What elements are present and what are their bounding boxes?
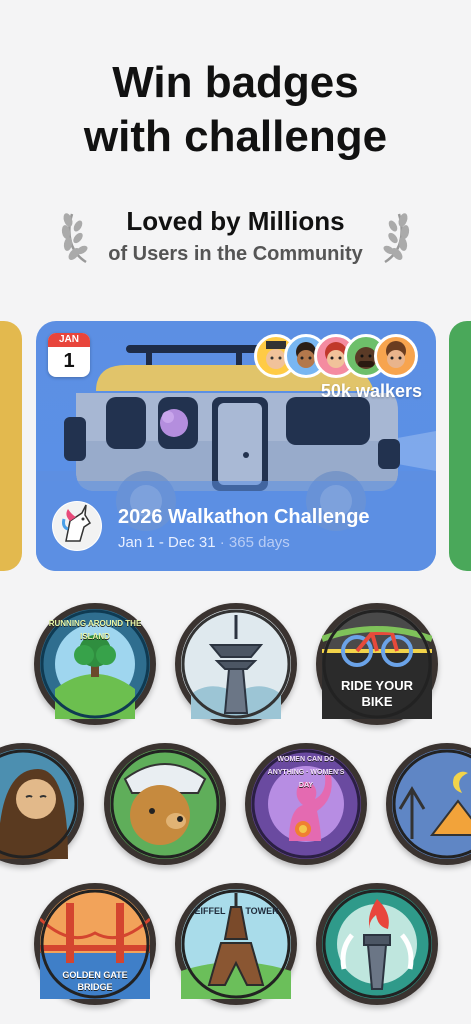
challenge-dates: Jan 1 - Dec 31 · 365 days: [118, 534, 290, 551]
date-separator: ·: [215, 534, 229, 551]
torch-badge-art: [322, 889, 432, 999]
badge-golden-gate-bridge[interactable]: GOLDEN GATE BRIDGE: [34, 883, 156, 1005]
calendar-day: 1: [63, 350, 75, 372]
next-challenge-card[interactable]: [449, 321, 471, 571]
tower-badge-art: [181, 609, 291, 719]
badge-womens-day[interactable]: WOMEN CAN DO ANYTHING · WOMEN'S DAY: [245, 743, 367, 865]
badge-label: RIDE YOUR: [341, 678, 413, 693]
previous-challenge-card[interactable]: [0, 321, 22, 571]
badge-label: WOMEN CAN DO ANYTHING · WOMEN'S DAY: [267, 756, 345, 789]
unicorn-badge-icon: [52, 501, 102, 551]
challenge-title: 2026 Walkathon Challenge: [118, 506, 370, 528]
badge-running-around-the-island[interactable]: RUNNING AROUND THE ISLAND: [34, 603, 156, 725]
headline: Win badges with challenge: [0, 56, 471, 164]
badge-space-needle[interactable]: [175, 603, 297, 725]
bear-badge-art: [110, 749, 220, 859]
headline-line-2: with challenge: [83, 112, 388, 161]
challenge-card[interactable]: JAN 1 50k walkers 2026 Walkathon Challen…: [36, 321, 436, 571]
calendar-icon: JAN 1: [48, 333, 90, 377]
calendar-month: JAN: [48, 333, 90, 347]
avatar: [374, 334, 418, 378]
headline-line-1: Win badges: [112, 58, 359, 107]
participant-avatars: [254, 334, 424, 378]
badge-label: BIKE: [361, 694, 393, 709]
badge-camping[interactable]: [386, 743, 471, 865]
badge-cycling-bear[interactable]: [104, 743, 226, 865]
badge-olympic-torch[interactable]: [316, 883, 438, 1005]
badge-eiffel-tower[interactable]: EIFFEL TOWER: [175, 883, 297, 1005]
badge-mona-lisa[interactable]: [0, 743, 84, 865]
badge-label: RUNNING AROUND THE ISLAND: [48, 619, 142, 641]
walkers-count: 50k walkers: [320, 381, 422, 401]
screen: Win badges with challenge Loved by Milli…: [0, 0, 471, 1024]
badge-label: BRIDGE: [77, 982, 113, 992]
social-proof: Loved by Millions of Users in the Commun…: [0, 202, 471, 272]
challenge-duration: 365 days: [228, 534, 290, 551]
badge-ride-your-bike[interactable]: RIDE YOUR BIKE: [316, 603, 438, 725]
laurel-right-icon: [383, 213, 410, 264]
mona-lisa-badge-art: [0, 749, 78, 859]
challenge-date-range: Jan 1 - Dec 31: [118, 534, 216, 551]
badge-label: TOWER: [245, 906, 279, 916]
camping-badge-art: [392, 749, 471, 859]
